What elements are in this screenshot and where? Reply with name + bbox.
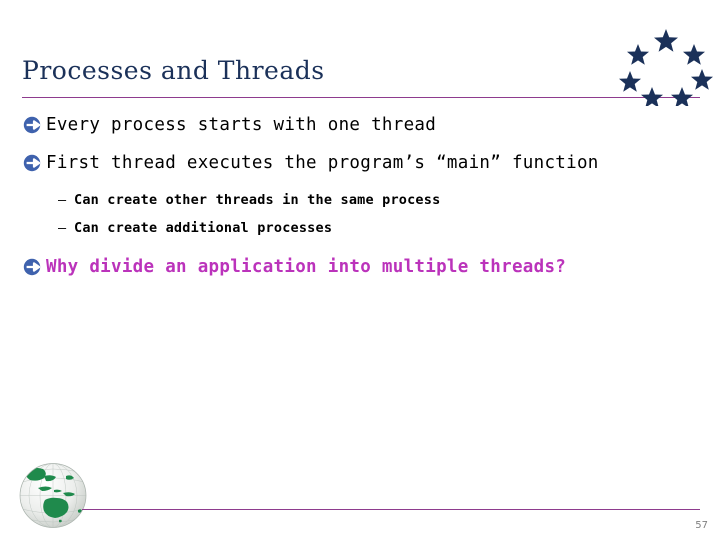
star-icon	[641, 87, 663, 108]
bullet-text: Can create additional processes	[74, 220, 333, 236]
bullet-item-level1: Every process starts with one thread	[0, 112, 720, 144]
slide-canvas: Processes and Threads Every process star…	[0, 0, 720, 540]
bullet-text: Why divide an application into multiple …	[46, 257, 567, 277]
content-body: Every process starts with one thread Fir…	[0, 112, 720, 292]
star-ring-svg	[619, 29, 713, 108]
bullet-text: Can create other threads in the same pro…	[74, 192, 441, 208]
star-icon	[683, 44, 705, 65]
dash-bullet-icon: –	[58, 220, 67, 236]
globe-icon	[19, 463, 87, 528]
star-icon	[619, 71, 641, 92]
star-group	[619, 29, 713, 108]
bullet-item-level2: – Can create additional processes	[0, 216, 720, 242]
star-icon	[627, 44, 649, 65]
arrow-circle-bullet-icon	[22, 153, 42, 173]
star-icon	[654, 29, 678, 52]
page-number: 57	[695, 520, 708, 531]
bullet-item-level1-accent: Why divide an application into multiple …	[0, 254, 720, 286]
arrow-circle-bullet-icon	[22, 115, 42, 135]
dash-bullet-icon: –	[58, 192, 67, 208]
footer-divider	[82, 509, 700, 510]
header-divider	[22, 97, 700, 98]
page-title: Processes and Threads	[22, 56, 325, 85]
star-icon	[691, 69, 713, 90]
bullet-text: Every process starts with one thread	[46, 115, 437, 135]
bullet-item-level1: First thread executes the program’s “mai…	[0, 150, 720, 182]
star-icon	[671, 87, 693, 108]
arrow-circle-bullet-icon	[22, 257, 42, 277]
bullet-text: First thread executes the program’s “mai…	[46, 153, 599, 173]
globe-logo	[18, 462, 88, 529]
star-ring-decoration	[612, 22, 720, 108]
bullet-item-level2: – Can create other threads in the same p…	[0, 188, 720, 214]
